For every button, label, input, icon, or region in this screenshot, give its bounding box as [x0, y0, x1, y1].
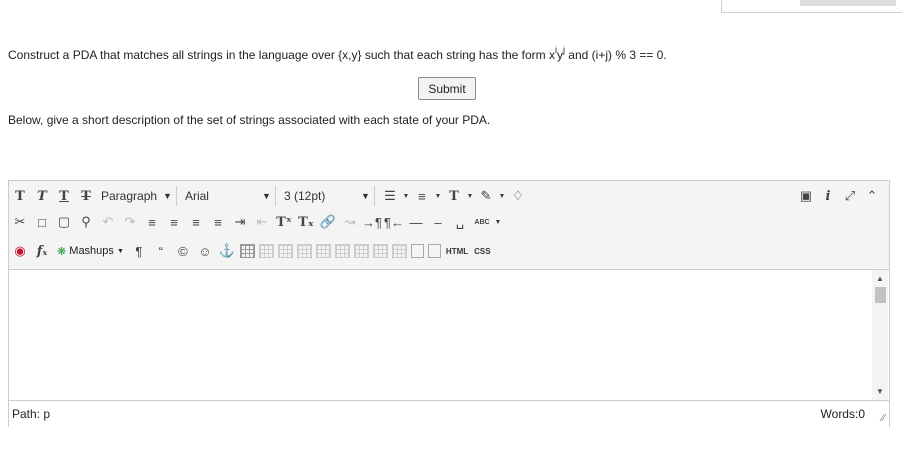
- format-block-value: Paragraph: [101, 189, 158, 203]
- unlink-icon[interactable]: ↝: [340, 212, 360, 232]
- horizontal-rule-icon[interactable]: —: [406, 212, 426, 232]
- record-icon[interactable]: ◉: [10, 241, 30, 261]
- underline-button[interactable]: T: [54, 186, 74, 206]
- chevron-down-icon: ▼: [262, 191, 271, 201]
- format-block-select[interactable]: Paragraph ▼: [97, 186, 177, 206]
- highlight-pen-icon[interactable]: ✎: [476, 186, 496, 206]
- insert-row-before-icon[interactable]: [296, 244, 312, 258]
- insert-row-after-icon[interactable]: [315, 244, 331, 258]
- bullet-list-dropdown-icon[interactable]: ▼: [402, 186, 410, 206]
- anchor-icon[interactable]: ⚓: [217, 241, 237, 261]
- numbered-list-dropdown-icon[interactable]: ▼: [434, 186, 442, 206]
- italic-button[interactable]: T: [32, 186, 52, 206]
- editor-content-area[interactable]: [9, 270, 871, 400]
- eraser-icon[interactable]: ♢: [508, 186, 528, 206]
- font-family-select[interactable]: Arial ▼: [181, 186, 276, 206]
- editor-status-bar: Path: p Words:0 ∕∕: [9, 400, 889, 427]
- toolbar-row-3: ◉ fₓ ❋ Mashups ▼ ¶ “ © ☺ ⚓ HTML CSS: [9, 238, 494, 264]
- resize-handle-icon[interactable]: ∕∕: [882, 413, 885, 424]
- toolbar-row-1: T T T T Paragraph ▼ Arial ▼ 3 (12pt) ▼ ☰ ▼ ≡…: [9, 183, 529, 209]
- scroll-down-icon[interactable]: ▼: [876, 387, 884, 396]
- numbered-list-icon[interactable]: ≡: [412, 186, 432, 206]
- delete-col-icon[interactable]: [391, 244, 407, 258]
- css-button[interactable]: CSS: [471, 247, 493, 256]
- nonbreaking-dash-icon[interactable]: –: [428, 212, 448, 232]
- mashups-icon: ❋: [57, 245, 67, 258]
- collapse-toolbar-icon[interactable]: ⌃: [862, 186, 882, 206]
- undo-icon[interactable]: ↶: [98, 212, 118, 232]
- fullscreen-icon[interactable]: ⤢: [840, 186, 860, 206]
- text-color-button[interactable]: T: [444, 186, 464, 206]
- description-prompt: Below, give a short description of the s…: [8, 113, 491, 127]
- scroll-up-icon[interactable]: ▲: [876, 274, 884, 283]
- editor-scrollbar[interactable]: ▲ ▼: [872, 270, 888, 400]
- highlight-dropdown-icon[interactable]: ▼: [498, 186, 506, 206]
- split-cells-icon[interactable]: [410, 244, 424, 258]
- formula-icon[interactable]: fₓ: [32, 241, 52, 261]
- scrollbar-thumb[interactable]: [875, 287, 886, 303]
- merge-cells-icon[interactable]: [427, 244, 441, 258]
- copy-icon[interactable]: □: [32, 212, 52, 232]
- paragraph-mark-icon[interactable]: ¶: [129, 241, 149, 261]
- find-icon[interactable]: ⚲: [76, 212, 96, 232]
- editor-toolbar: T T T T Paragraph ▼ Arial ▼ 3 (12pt) ▼ ☰ ▼ ≡…: [9, 181, 889, 270]
- chevron-down-icon: ▼: [163, 191, 172, 201]
- insert-col-after-icon[interactable]: [372, 244, 388, 258]
- nonbreaking-space-icon[interactable]: ␣: [450, 212, 470, 232]
- spellcheck-dropdown-icon[interactable]: ▼: [494, 212, 502, 232]
- info-icon[interactable]: i: [818, 186, 838, 206]
- spellcheck-icon[interactable]: ABC: [472, 212, 492, 232]
- mashups-label: Mashups: [69, 245, 114, 257]
- strikethrough-button[interactable]: T: [76, 186, 96, 206]
- cut-icon[interactable]: ✂: [10, 212, 30, 232]
- subscript-icon[interactable]: Tₓ: [296, 212, 316, 232]
- emoticon-icon[interactable]: ☺: [195, 241, 215, 261]
- link-icon[interactable]: 🔗: [318, 212, 338, 232]
- indent-icon[interactable]: ⇥: [230, 212, 250, 232]
- table-row-props-icon[interactable]: [258, 244, 274, 258]
- bullet-list-icon[interactable]: ☰: [380, 186, 400, 206]
- rtl-icon[interactable]: ¶←: [384, 212, 404, 232]
- question-text: Construct a PDA that matches all strings…: [8, 45, 667, 62]
- toolbar-row-2: ✂ □ ▢ ⚲ ↶ ↷ ≡ ≡ ≡ ≡ ⇥ ⇤ Tˣ Tₓ 🔗 ↝ →¶ ¶← …: [9, 209, 503, 235]
- align-justify-icon[interactable]: ≡: [208, 212, 228, 232]
- align-left-icon[interactable]: ≡: [142, 212, 162, 232]
- word-count: Words:0: [820, 407, 865, 421]
- insert-table-icon[interactable]: [239, 244, 255, 258]
- outdent-icon[interactable]: ⇤: [252, 212, 272, 232]
- rich-text-editor: T T T T Paragraph ▼ Arial ▼ 3 (12pt) ▼ ☰ ▼ ≡…: [8, 180, 890, 427]
- mashups-menu[interactable]: ❋ Mashups ▼: [53, 245, 128, 258]
- font-family-value: Arial: [184, 189, 209, 203]
- top-partial-box: [721, 0, 902, 13]
- insert-col-before-icon[interactable]: [353, 244, 369, 258]
- blockquote-icon[interactable]: “: [151, 241, 171, 261]
- superscript-icon[interactable]: Tˣ: [274, 212, 294, 232]
- toolbar-right-tools: ▣ i ⤢ ⌃: [795, 183, 883, 209]
- redo-icon[interactable]: ↷: [120, 212, 140, 232]
- table-cell-props-icon[interactable]: [277, 244, 293, 258]
- align-right-icon[interactable]: ≡: [186, 212, 206, 232]
- submit-button[interactable]: Submit: [418, 77, 476, 100]
- font-size-select[interactable]: 3 (12pt) ▼: [280, 186, 375, 206]
- element-path: Path: p: [12, 407, 51, 421]
- align-center-icon[interactable]: ≡: [164, 212, 184, 232]
- top-partial-button[interactable]: [800, 0, 896, 6]
- chevron-down-icon: ▼: [116, 247, 124, 255]
- copyright-icon[interactable]: ©: [173, 241, 193, 261]
- preview-icon[interactable]: ▣: [796, 186, 816, 206]
- chevron-down-icon: ▼: [361, 191, 370, 201]
- bold-button[interactable]: T: [10, 186, 30, 206]
- font-size-value: 3 (12pt): [283, 189, 326, 203]
- delete-row-icon[interactable]: [334, 244, 350, 258]
- ltr-icon[interactable]: →¶: [362, 212, 382, 232]
- html-button[interactable]: HTML: [443, 247, 471, 256]
- text-color-dropdown-icon[interactable]: ▼: [466, 186, 474, 206]
- paste-icon[interactable]: ▢: [54, 212, 74, 232]
